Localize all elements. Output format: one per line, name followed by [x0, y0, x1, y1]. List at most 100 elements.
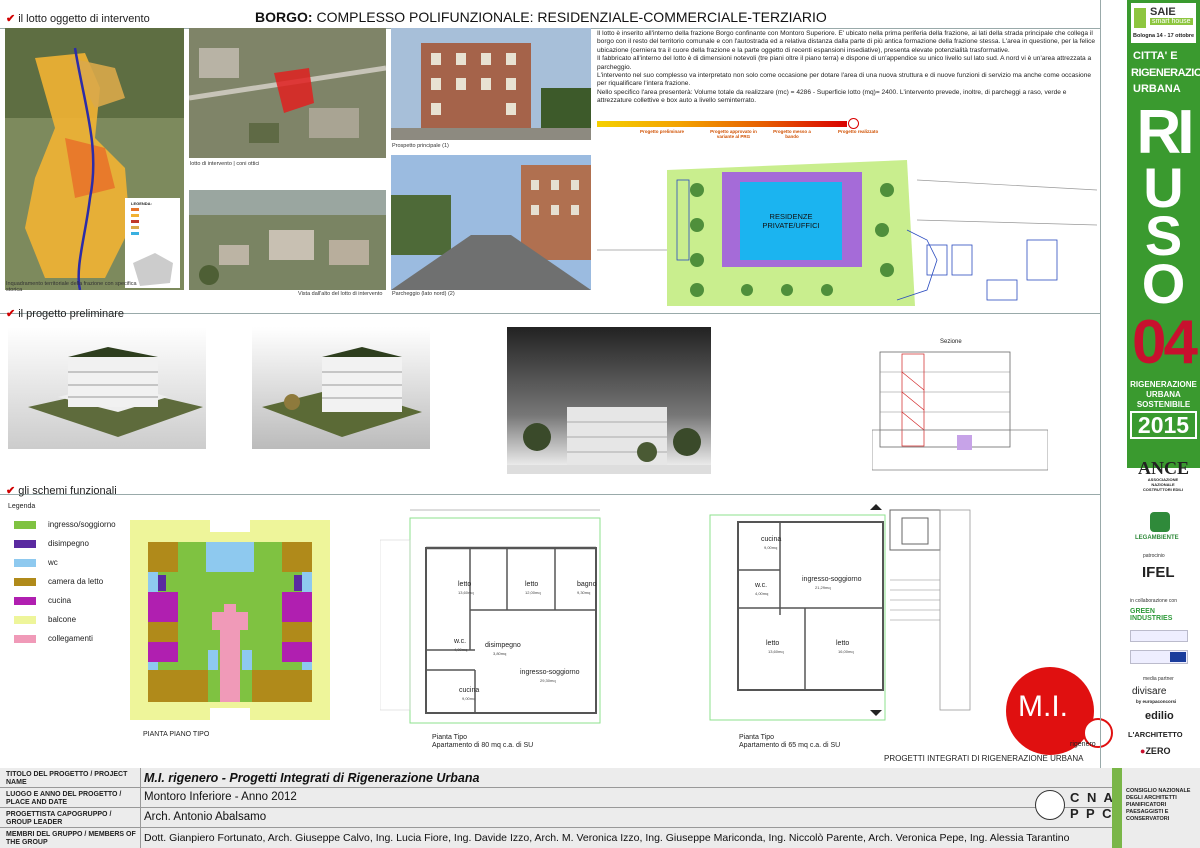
- zero-logo: ●ZERO: [1140, 746, 1171, 756]
- legend-item: collegamenti: [14, 634, 93, 643]
- footer-label: TITOLO DEL PROGETTO / PROJECT NAME: [6, 771, 128, 786]
- ortho-caption: lotto di intervento | coni ottici: [190, 161, 260, 167]
- timeline-step: Progetto realizzato: [838, 129, 879, 134]
- republic-emblem-icon: [1035, 790, 1065, 820]
- room-label: cucina: [459, 687, 480, 694]
- ifel-logo: IFEL: [1142, 564, 1175, 581]
- citta-text: CITTA' E: [1133, 50, 1178, 62]
- room-area: 13,60mq: [458, 590, 474, 595]
- check-icon: ✔: [6, 308, 16, 320]
- ortho-photo: [189, 28, 386, 158]
- plan-caption: Pianta Tipo: [432, 734, 468, 741]
- room-label: w.c.: [755, 582, 768, 589]
- apartment-plan-65: [690, 500, 975, 730]
- footer-label: PROGETTISTA CAPOGRUPPO / GROUP LEADER: [6, 811, 112, 826]
- page-title: BORGO: COMPLESSO POLIFUNZIONALE: RESIDEN…: [255, 9, 827, 25]
- cnappc-logo: C N A: [1070, 790, 1115, 805]
- description-paragraph: Nello specifico l'area presenterà: Volum…: [597, 88, 1067, 105]
- check-icon: ✔: [6, 485, 16, 497]
- room-label: letto: [766, 640, 780, 647]
- section-drawing: [871, 340, 1049, 474]
- legend-item: disimpegno: [14, 539, 89, 548]
- cnappc-logo: P P C: [1070, 806, 1114, 821]
- legambiente-icon: [1150, 512, 1170, 532]
- place-date: Montoro Inferiore - Anno 2012: [144, 791, 297, 803]
- sidebar-sub: RIGENERAZIONE: [1130, 380, 1197, 389]
- room-area: 16,00mq: [838, 649, 854, 654]
- riuso-letters: RI: [1136, 98, 1195, 167]
- map-caption: Inquadramento territoriale della frazion…: [6, 281, 137, 293]
- architetto-logo: L'ARCHITETTO: [1128, 730, 1183, 739]
- room-label: letto: [458, 581, 472, 588]
- footer-label: LUOGO E ANNO DEL PROGETTO / PLACE AND DA…: [6, 791, 122, 806]
- room-area: 3,80mq: [493, 651, 507, 656]
- parking-photo: [391, 155, 591, 290]
- room-label: letto: [836, 640, 850, 647]
- territorial-map: LEGENDA:: [5, 28, 184, 290]
- room-label: ingresso-soggiorno: [520, 669, 580, 676]
- room-area: 4,00mq: [454, 647, 468, 652]
- check-icon: ✔: [6, 13, 16, 25]
- patrocinio-text: patrocinio: [1143, 553, 1165, 559]
- riuso-letters: O: [1141, 252, 1186, 315]
- apartment-plan-80: [379, 500, 610, 730]
- logo-text: M.I.: [1018, 690, 1068, 723]
- footer-row: LUOGO E ANNO DEL PROGETTO / PLACE AND DA…: [0, 788, 1120, 808]
- council-text: CONSIGLIO NAZIONALE DEGLI ARCHITETTI PIA…: [1126, 788, 1191, 822]
- site-plan: RESIDENZE PRIVATE/UFFICI: [597, 150, 1098, 306]
- legend-item: cucina: [14, 596, 71, 605]
- description-paragraph: Il lotto è inserito all'interno della fr…: [597, 30, 1096, 54]
- divisare-logo: divisare: [1132, 686, 1167, 697]
- room-area: 9,00mq: [764, 545, 778, 550]
- section-label: Sezione: [940, 339, 962, 345]
- description-paragraph: Il fabbricato all'interno del lotto è di…: [597, 55, 1092, 71]
- edilio-logo: edilio: [1145, 710, 1174, 722]
- group-members: Dott. Gianpiero Fortunato, Arch. Giusepp…: [144, 832, 1070, 844]
- render-view-2: [252, 327, 430, 449]
- saie-text: SAIE: [1150, 6, 1176, 18]
- project-name: M.I. rigenero - Progetti Integrati di Ri…: [144, 771, 480, 785]
- sidebar-sub: URBANA: [1146, 390, 1181, 399]
- room-area: 13,60mq: [768, 649, 784, 654]
- legend-item: ingresso/soggiorno: [14, 520, 116, 529]
- edition-number: 04: [1132, 308, 1198, 377]
- legend-title: Legenda: [8, 503, 36, 510]
- plan-caption: Apartamento di 65 mq c.a. di SU: [739, 742, 841, 749]
- green-industries-logo: GREEN INDUSTRIES: [1130, 608, 1173, 622]
- render-elevation: [507, 327, 711, 474]
- parking-caption: Parcheggio (lato nord) (2): [392, 291, 455, 297]
- timeline-bar: [597, 121, 847, 127]
- project-footer: TITOLO DEL PROGETTO / PROJECT NAME M.I. …: [0, 768, 1200, 848]
- ance-logo: ANCE: [1138, 458, 1190, 478]
- legend-item: balcone: [14, 615, 76, 624]
- facade-photo: [391, 28, 591, 140]
- room-label: cucina: [761, 536, 782, 543]
- map-legend-title: LEGENDA:: [131, 201, 152, 206]
- logo-subtext: rigenero: [1070, 741, 1096, 748]
- plan-caption: Pianta Tipo: [739, 734, 775, 741]
- facade-caption: Prospetto principale (1): [392, 143, 449, 149]
- timeline-step: Progetto approvato in variante al PRG: [710, 129, 757, 139]
- room-label: disimpegno: [485, 642, 521, 649]
- plan-caption: Apartamento di 80 mq c.a. di SU: [432, 742, 534, 749]
- footer-row: TITOLO DEL PROGETTO / PROJECT NAME M.I. …: [0, 768, 1120, 788]
- room-label: ingresso-soggiorno: [802, 576, 862, 583]
- timeline-marker-icon: [848, 118, 859, 129]
- legambiente-text: LEGAMBIENTE: [1135, 535, 1179, 541]
- section-title-preliminare: ✔ il progetto preliminare: [6, 308, 124, 320]
- room-label: letto: [525, 581, 539, 588]
- footer-row: PROGETTISTA CAPOGRUPPO / GROUP LEADER Ar…: [0, 808, 1120, 828]
- section-title-schemi: ✔ gli schemi funzionali: [6, 485, 117, 497]
- room-area: 21,29mq: [815, 585, 831, 590]
- site-plan-label: RESIDENZE PRIVATE/UFFICI: [762, 212, 820, 230]
- legend-item: wc: [14, 558, 58, 567]
- partner-logo: [1130, 630, 1188, 642]
- room-area: 9,00mq: [462, 696, 476, 701]
- timeline-step: Progetto preliminare: [640, 129, 685, 134]
- eu-flag-icon: [1170, 652, 1186, 662]
- sidebar-sub: SOSTENIBILE: [1136, 400, 1191, 409]
- bottom-note: PROGETTI INTEGRATI DI RIGENERAZIONE URBA…: [884, 754, 1084, 763]
- media-partner-text: media partner: [1143, 676, 1174, 682]
- smart-house-text: smart house: [1150, 18, 1193, 25]
- group-leader: Arch. Antonio Abalsamo: [144, 811, 267, 823]
